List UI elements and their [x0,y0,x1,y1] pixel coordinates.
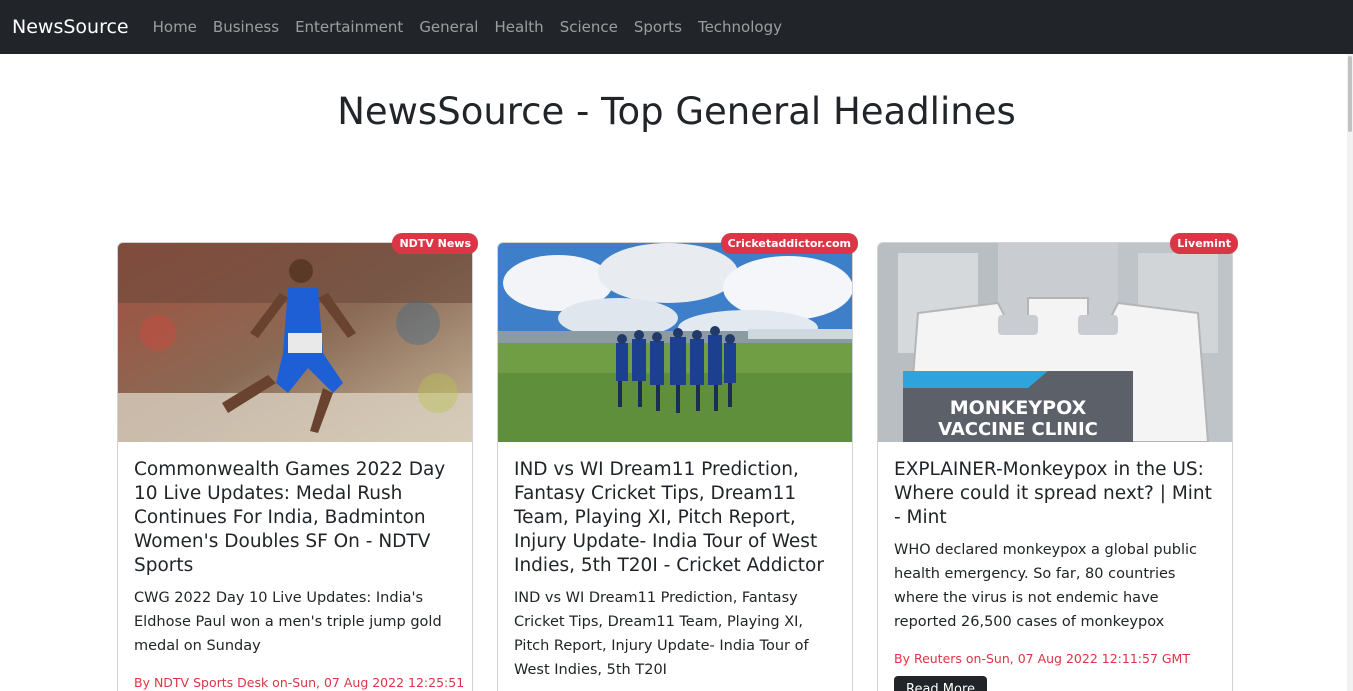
nav-link-science[interactable]: Science [560,18,618,36]
news-card: Cricketaddictor.com IND vs WI Dream11 Pr… [497,233,858,691]
news-card: Livemint MONKEYPOX VACCINE CLINIC EXPLAI… [877,233,1238,691]
brand-link[interactable]: NewsSource [12,16,129,38]
news-card: NDTV News Commonwealth Games 2022 Day 10… [117,233,478,691]
page-title: NewsSource - Top General Headlines [337,90,1016,133]
card-title[interactable]: IND vs WI Dream11 Prediction, Fantasy Cr… [514,458,836,578]
read-more-button[interactable]: Read More [894,676,988,691]
nav-link-health[interactable]: Health [494,18,543,36]
nav-link-home[interactable]: Home [153,18,197,36]
card-image [498,243,852,442]
card-image: MONKEYPOX VACCINE CLINIC [878,243,1232,442]
nav-link-technology[interactable]: Technology [698,18,782,36]
scrollbar-track[interactable] [1347,54,1353,691]
card-meta: By NDTV Sports Desk on-Sun, 07 Aug 2022 … [134,675,465,690]
card-description: IND vs WI Dream11 Prediction, Fantasy Cr… [514,590,809,678]
navbar: NewsSource Home Business Entertainment G… [0,0,1353,54]
card-title[interactable]: EXPLAINER-Monkeypox in the US: Where cou… [894,458,1216,530]
nav-link-business[interactable]: Business [213,18,279,36]
source-badge: Livemint [1170,233,1238,254]
source-badge: NDTV News [392,233,478,254]
sign-text-line1: MONKEYPOX [950,397,1087,419]
nav-link-entertainment[interactable]: Entertainment [295,18,403,36]
card-meta: By Reuters on-Sun, 07 Aug 2022 12:11:57 … [894,651,1190,666]
nav-link-general[interactable]: General [419,18,478,36]
nav-link-sports[interactable]: Sports [634,18,682,36]
card-image [118,243,472,442]
sign-text-line2: VACCINE CLINIC [938,419,1098,440]
card-title[interactable]: Commonwealth Games 2022 Day 10 Live Upda… [134,458,456,578]
card-description: CWG 2022 Day 10 Live Updates: India's El… [134,590,442,654]
source-badge: Cricketaddictor.com [720,233,858,254]
card-description: WHO declared monkeypox a global public h… [894,542,1197,630]
